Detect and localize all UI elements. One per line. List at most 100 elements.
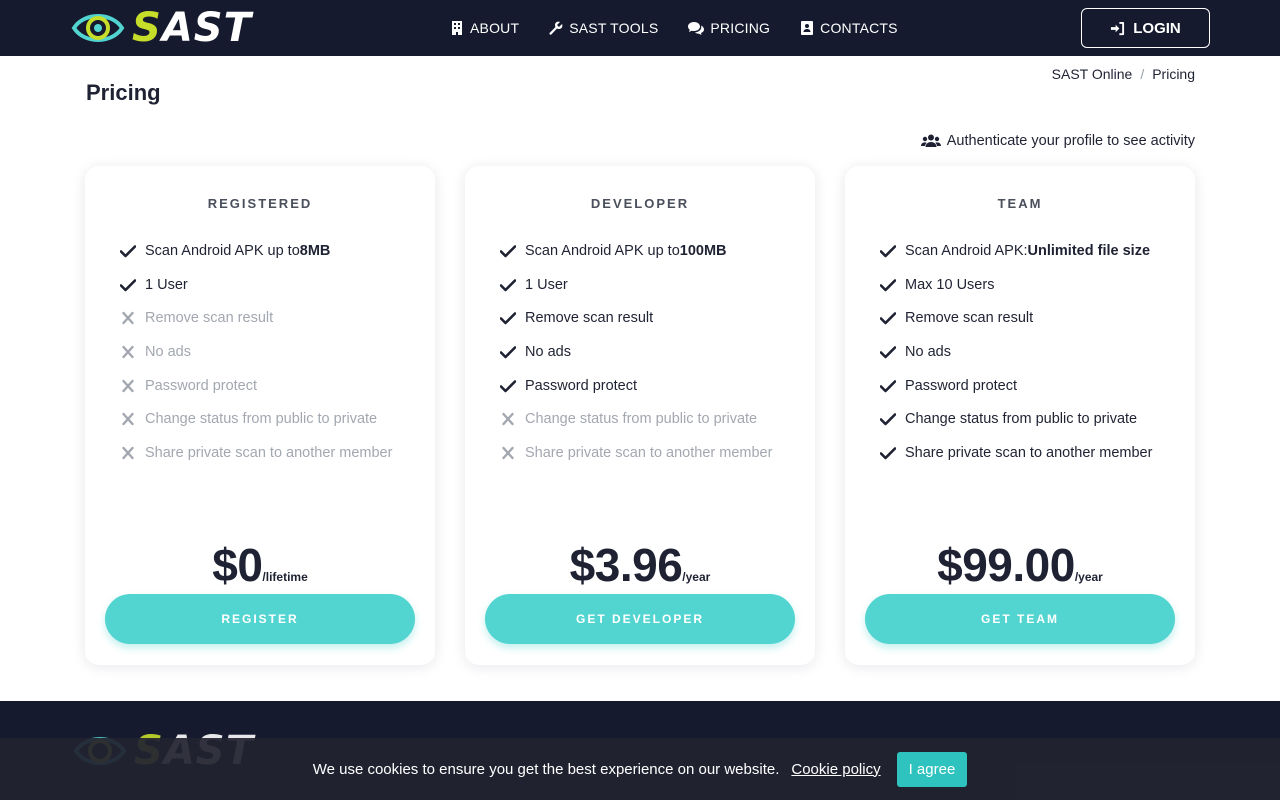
feature-item: 1 User [120,268,392,302]
site-header: SAST ABOUT SAST TOOLS PRICING CONTACTS L… [0,0,1280,56]
cross-icon [120,412,145,426]
check-icon [500,311,525,325]
feature-text: Password protect [145,377,258,394]
feature-item: Change status from public to private [880,402,1152,436]
feature-item: No ads [120,335,392,369]
feature-text: Scan Android APK up to [525,242,680,259]
feature-item: No ads [500,335,772,369]
check-icon [880,345,905,359]
feature-list: Scan Android APK up to 8MB 1 User Remove s… [120,234,392,470]
feature-text: Share private scan to another member [525,444,773,461]
plan-price: $99.00/year [845,538,1195,592]
feature-item: Scan Android APK up to 8MB [120,234,392,268]
feature-item: No ads [880,335,1152,369]
feature-text: 1 User [525,276,568,293]
check-icon [880,446,905,460]
cross-icon [120,311,145,325]
cross-icon [120,446,145,460]
cross-icon [120,379,145,393]
price-amount: $3.96 [569,539,683,591]
feature-item: Remove scan result [500,301,772,335]
check-icon [880,278,905,292]
feature-item: Password protect [120,369,392,403]
check-icon [500,278,525,292]
plan-price: $3.96/year [465,538,815,592]
feature-list: Scan Android APK up to 100MB 1 User Remove… [500,234,772,470]
main-nav: ABOUT SAST TOOLS PRICING CONTACTS [450,0,898,56]
feature-text: Max 10 Users [905,276,995,293]
cookie-policy-link[interactable]: Cookie policy [791,761,880,778]
cookie-text: We use cookies to ensure you get the bes… [312,760,780,778]
feature-text: Change status from public to private [525,411,758,428]
check-icon [500,345,525,359]
breadcrumb-home[interactable]: SAST Online [1052,66,1133,82]
price-period: /year [682,570,711,584]
logo-wordmark: SAST [132,5,252,51]
feature-text: Share private scan to another member [905,444,1153,461]
feature-text: Scan Android APK: [905,242,1028,259]
comments-icon [688,22,705,35]
cookie-agree-button[interactable]: I agree [896,751,968,787]
plan-card-registered: REGISTERED Scan Android APK up to 8MB 1 U… [85,166,435,665]
nav-contacts[interactable]: CONTACTS [800,20,898,36]
login-button[interactable]: LOGIN [1081,8,1210,48]
feature-text: No ads [145,343,191,360]
feature-item: Share private scan to another member [120,436,392,470]
plan-name: REGISTERED [207,196,313,211]
contact-card-icon [801,21,814,35]
breadcrumb-separator: / [1140,66,1145,82]
price-period: /lifetime [262,570,308,584]
cross-icon [120,345,145,359]
plan-card-team: TEAM Scan Android APK: Unlimited file si… [845,166,1195,665]
feature-text: Remove scan result [905,310,1034,327]
feature-highlight: 8MB [299,242,331,259]
users-icon [920,134,941,147]
feature-text: Change status from public to private [145,411,378,428]
feature-text: 1 User [145,276,188,293]
page-title: Pricing [86,80,161,105]
breadcrumb-current: Pricing [1152,66,1195,82]
check-icon [500,244,525,258]
feature-text: Password protect [905,377,1018,394]
wrench-icon [549,21,563,35]
feature-item: Password protect [500,369,772,403]
nav-sast-tools[interactable]: SAST TOOLS [549,20,658,36]
feature-item: Remove scan result [880,301,1152,335]
breadcrumb: SAST Online / Pricing [1052,66,1195,82]
feature-item: Scan Android APK: Unlimited file size [880,234,1152,268]
feature-item: Change status from public to private [500,402,772,436]
check-icon [500,379,525,393]
price-amount: $99.00 [937,539,1075,591]
feature-item: 1 User [500,268,772,302]
feature-list: Scan Android APK: Unlimited file size Max… [880,234,1152,470]
check-icon [880,311,905,325]
feature-item: Password protect [880,369,1152,403]
plan-card-developer: DEVELOPER Scan Android APK up to 100MB 1 … [465,166,815,665]
feature-text: Change status from public to private [905,411,1138,428]
feature-highlight: 100MB [679,242,727,259]
cross-icon [500,446,525,460]
price-period: /year [1074,570,1103,584]
nav-pricing[interactable]: PRICING [688,20,770,36]
cookie-banner: We use cookies to ensure you get the bes… [0,738,1280,800]
feature-item: Remove scan result [120,301,392,335]
site-logo[interactable]: SAST [70,6,252,50]
nav-about[interactable]: ABOUT [450,20,519,36]
feature-text: Remove scan result [145,310,274,327]
feature-item: Max 10 Users [880,268,1152,302]
sign-in-icon [1111,21,1125,35]
register-button[interactable]: REGISTER [105,594,415,644]
eye-logo-icon [71,14,125,42]
check-icon [880,412,905,426]
feature-item: Change status from public to private [120,402,392,436]
get-developer-button[interactable]: GET DEVELOPER [485,594,795,644]
get-team-button[interactable]: GET TEAM [865,594,1175,644]
plan-name: TEAM [997,196,1043,211]
plan-name: DEVELOPER [590,196,690,211]
check-icon [120,278,145,292]
plan-price: $0/lifetime [85,538,435,592]
feature-highlight: Unlimited file size [1027,242,1151,259]
feature-item: Scan Android APK up to 100MB [500,234,772,268]
feature-text: Scan Android APK up to [145,242,300,259]
feature-item: Share private scan to another member [500,436,772,470]
